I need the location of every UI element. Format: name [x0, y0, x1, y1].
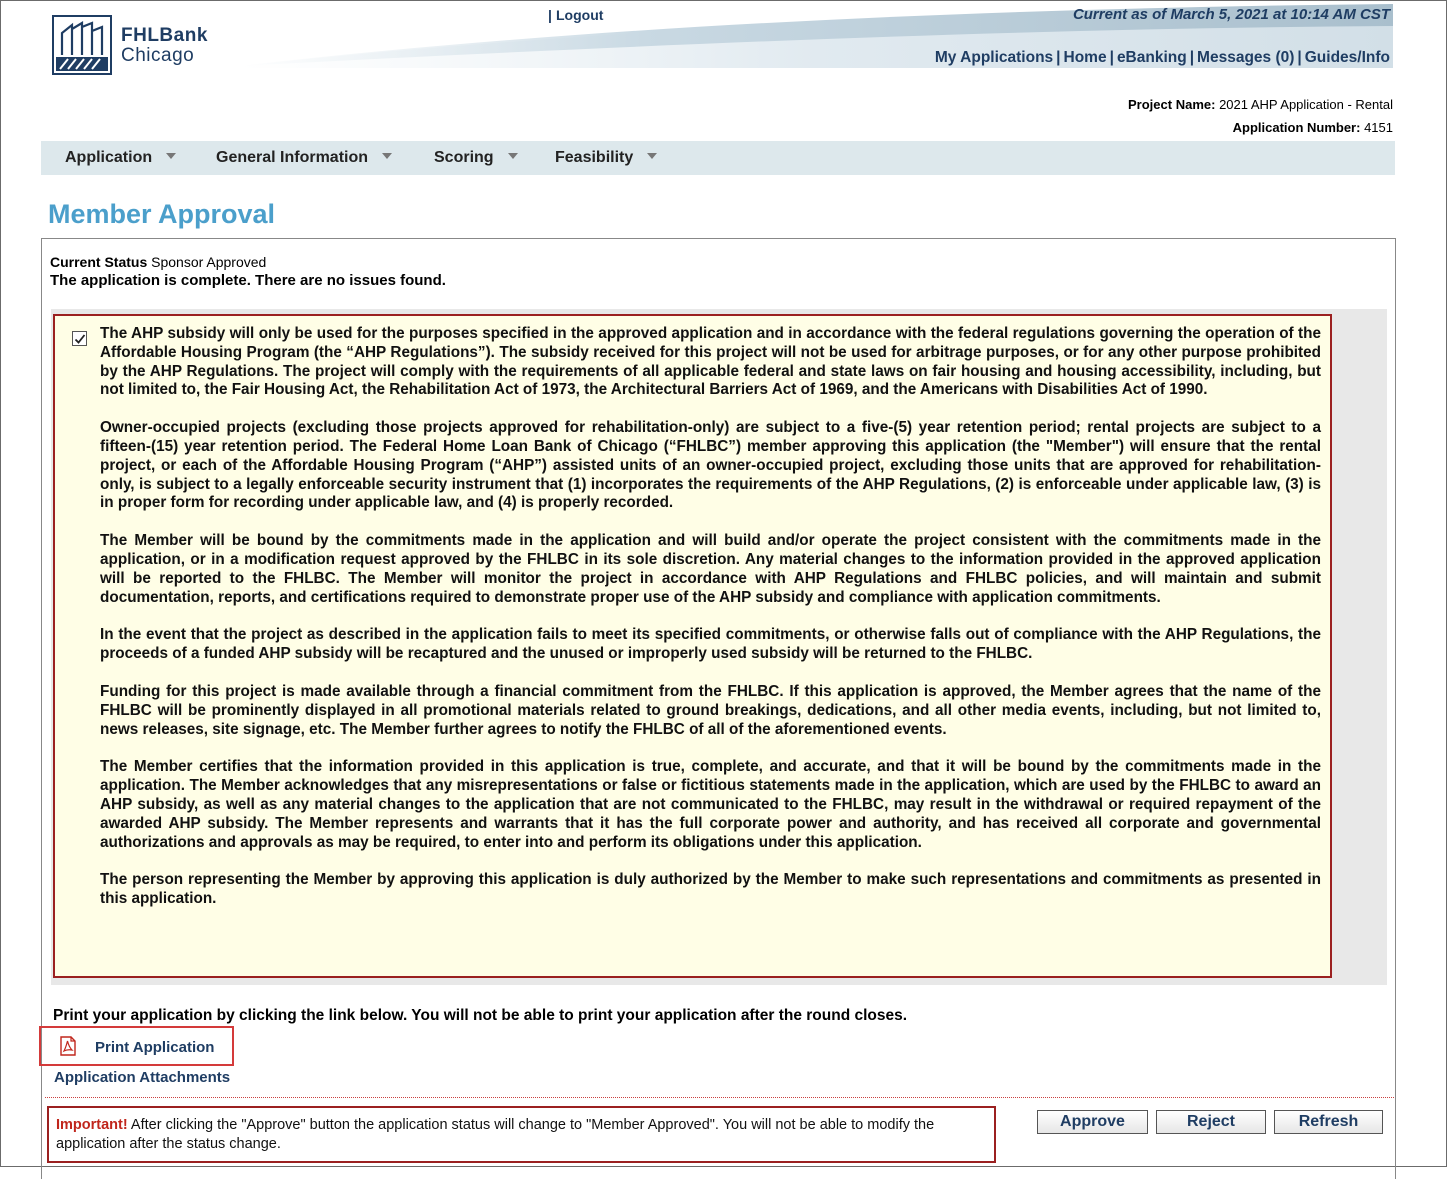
refresh-button[interactable]: Refresh — [1274, 1110, 1383, 1134]
caret-down-icon — [647, 152, 658, 159]
pdf-icon[interactable] — [58, 1036, 78, 1056]
menu-feasibility[interactable]: Feasibility — [555, 149, 658, 167]
current-status: Current Status Sponsor Approved — [50, 254, 266, 270]
application-attachments-link[interactable]: Application Attachments — [54, 1069, 230, 1086]
nav-separator: | — [1189, 49, 1195, 66]
nav-ebanking[interactable]: eBanking — [1117, 49, 1187, 66]
fhlbank-logo-icon — [52, 15, 112, 75]
caret-down-icon — [382, 152, 393, 159]
menu-general-information-label: General Information — [216, 149, 369, 166]
caret-down-icon — [166, 152, 177, 159]
application-number-value: 4151 — [1364, 120, 1393, 135]
nav-separator: | — [1109, 49, 1114, 66]
menu-feasibility-label: Feasibility — [555, 149, 634, 166]
application-number-label: Application Number: — [1232, 120, 1361, 135]
main-menu-bar: Application General Information Scoring … — [41, 141, 1395, 175]
project-name: Project Name: 2021 AHP Application - Ren… — [1128, 97, 1393, 112]
brand-name: FHLBank — [121, 25, 208, 46]
important-message: After clicking the "Approve" button the … — [56, 1117, 935, 1152]
terms-paragraph: The Member certifies that the informatio… — [100, 758, 1321, 851]
checkmark-icon — [74, 334, 86, 344]
nav-separator: | — [1297, 49, 1302, 66]
nav-my-applications[interactable]: My Applications — [935, 49, 1053, 66]
page-title: Member Approval — [48, 199, 276, 229]
print-note: Print your application by clicking the l… — [53, 1007, 908, 1024]
top-navigation: My Applications | Home | eBanking | Messages (… — [935, 49, 1390, 67]
section-divider — [45, 1097, 1394, 1098]
current-as-of: Current as of March 5, 2021 at 10:14 AM … — [1072, 6, 1390, 23]
terms-text: The AHP subsidy will only be used for th… — [100, 325, 1321, 928]
print-application-link[interactable]: Print Application — [95, 1039, 214, 1056]
menu-general-information[interactable]: General Information — [216, 149, 393, 167]
nav-home[interactable]: Home — [1064, 49, 1107, 66]
terms-paragraph: The AHP subsidy will only be used for th… — [100, 325, 1321, 399]
menu-scoring-label: Scoring — [434, 149, 494, 166]
nav-guides-info[interactable]: Guides/Info — [1305, 49, 1390, 66]
nav-messages[interactable]: Messages (0) — [1197, 49, 1294, 66]
terms-paragraph: Owner-occupied projects (excluding those… — [100, 419, 1321, 512]
current-status-label: Current Status — [50, 254, 148, 270]
menu-scoring[interactable]: Scoring — [434, 149, 518, 167]
logout-separator: | — [548, 7, 552, 23]
project-name-label: Project Name: — [1128, 97, 1216, 112]
approve-button[interactable]: Approve — [1037, 1110, 1148, 1134]
important-notice: Important! After clicking the "Approve" … — [56, 1116, 986, 1154]
terms-paragraph: The Member will be bound by the commitme… — [100, 532, 1321, 606]
caret-down-icon — [507, 152, 518, 159]
logout-link[interactable]: Logout — [556, 7, 603, 23]
terms-agree-checkbox[interactable] — [72, 331, 87, 346]
project-name-value: 2021 AHP Application - Rental — [1219, 97, 1393, 112]
terms-paragraph: Funding for this project is made availab… — [100, 682, 1321, 738]
terms-paragraph: The person representing the Member by ap… — [100, 871, 1321, 908]
menu-application-label: Application — [65, 149, 153, 166]
nav-separator: | — [1056, 49, 1061, 66]
application-number: Application Number: 4151 — [1233, 120, 1393, 135]
terms-paragraph: In the event that the project as describ… — [100, 626, 1321, 663]
reject-button[interactable]: Reject — [1156, 1110, 1266, 1134]
menu-application[interactable]: Application — [65, 149, 177, 167]
completion-message: The application is complete. There are n… — [50, 272, 446, 289]
important-prefix: Important! — [56, 1117, 128, 1133]
brand-location: Chicago — [121, 45, 195, 66]
current-status-value: Sponsor Approved — [151, 254, 267, 270]
